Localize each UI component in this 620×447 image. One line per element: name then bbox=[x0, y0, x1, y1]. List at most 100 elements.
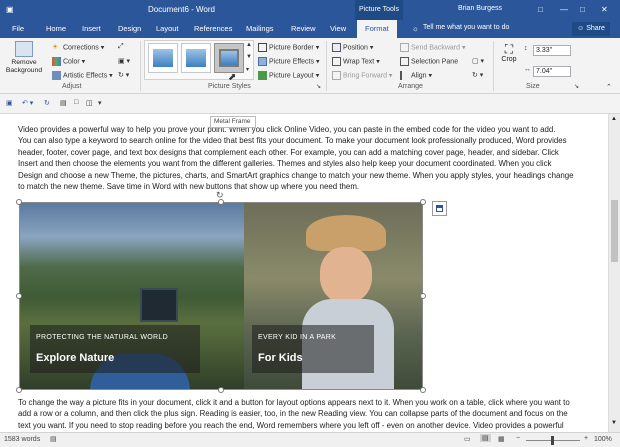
size-launcher-icon[interactable]: ↘ bbox=[574, 83, 579, 90]
redo-icon[interactable]: ↻ bbox=[44, 99, 50, 107]
picture-style-soft-edge[interactable] bbox=[181, 43, 211, 73]
save-icon[interactable]: ▣ bbox=[6, 5, 14, 14]
separator bbox=[493, 41, 494, 91]
resize-handle-bottom-left[interactable] bbox=[16, 387, 22, 393]
word-count[interactable]: 1583 words bbox=[4, 436, 40, 443]
picture-style-metal-frame[interactable] bbox=[214, 43, 244, 73]
picture-effects-button[interactable]: Picture Effects ▾ bbox=[258, 57, 319, 66]
gallery-more-icon[interactable]: ▾ bbox=[246, 66, 249, 73]
share-label: Share bbox=[586, 25, 605, 32]
wrap-text-button[interactable]: Wrap Text ▾ bbox=[332, 57, 380, 66]
tell-me-input[interactable]: Tell me what you want to do bbox=[423, 24, 509, 31]
color-button[interactable]: Color ▾ bbox=[52, 57, 85, 66]
maximize-icon[interactable]: □ bbox=[580, 5, 585, 14]
artistic-effects-button[interactable]: Artistic Effects ▾ bbox=[52, 71, 113, 80]
gallery-scroll-down-icon[interactable]: ▼ bbox=[246, 54, 252, 60]
tooltip: Metal Frame bbox=[210, 116, 256, 128]
zoom-slider[interactable] bbox=[526, 436, 580, 445]
scroll-down-icon[interactable]: ▼ bbox=[611, 420, 617, 426]
close-icon[interactable]: ✕ bbox=[601, 5, 608, 14]
position-label: Position bbox=[343, 44, 368, 52]
web-layout-icon[interactable]: ▦ bbox=[498, 435, 505, 443]
picture-style-simple-frame[interactable] bbox=[148, 43, 178, 73]
remove-background-label: Remove Background bbox=[5, 59, 43, 74]
customize-qat-icon[interactable]: ▾ bbox=[98, 99, 102, 107]
tab-insert[interactable]: Insert bbox=[82, 24, 101, 33]
picture-styles-launcher-icon[interactable]: ↘ bbox=[316, 83, 321, 90]
ribbon-display-icon[interactable]: □ bbox=[538, 5, 543, 14]
height-icon: ↕ bbox=[524, 45, 528, 52]
collapse-ribbon-icon[interactable]: ⌃ bbox=[606, 83, 612, 91]
align-icon bbox=[400, 71, 409, 80]
new-document-icon[interactable]: □ bbox=[74, 99, 78, 106]
read-mode-icon[interactable]: ▭ bbox=[464, 435, 471, 443]
align-button[interactable]: Align ▾ bbox=[400, 71, 432, 80]
position-button[interactable]: Position ▾ bbox=[332, 43, 373, 52]
zoom-in-icon[interactable]: + bbox=[584, 435, 588, 442]
tab-home[interactable]: Home bbox=[46, 24, 66, 33]
wrap-text-label: Wrap Text bbox=[343, 58, 375, 66]
vertical-scrollbar[interactable]: ▲ ▼ bbox=[608, 114, 620, 432]
text-line: To change the way a picture fits in your… bbox=[18, 398, 570, 407]
context-tab-group: Picture Tools bbox=[355, 0, 403, 20]
tab-design[interactable]: Design bbox=[118, 24, 141, 33]
text-line: You can also type a keyword to search on… bbox=[18, 136, 567, 146]
resize-handle-bottom-right[interactable] bbox=[420, 387, 426, 393]
print-preview-icon[interactable]: ▤ bbox=[60, 99, 67, 107]
tab-references[interactable]: References bbox=[194, 24, 232, 33]
print-layout-icon[interactable]: ▤ bbox=[480, 434, 491, 442]
ribbon: Remove Background ☀ Corrections ▾ Color ▾… bbox=[0, 38, 620, 94]
picture-border-button[interactable]: Picture Border ▾ bbox=[258, 43, 319, 52]
zoom-level[interactable]: 100% bbox=[594, 436, 612, 443]
save-icon[interactable]: ▣ bbox=[6, 99, 13, 107]
reset-picture-icon[interactable]: ↻ ▾ bbox=[118, 71, 129, 79]
remove-background-button[interactable]: Remove Background bbox=[4, 41, 44, 81]
resize-handle-top-left[interactable] bbox=[16, 199, 22, 205]
layout-options-button[interactable] bbox=[432, 201, 447, 216]
tab-file[interactable]: File bbox=[12, 24, 24, 33]
adjust-group-label: Adjust bbox=[62, 83, 82, 90]
tab-mailings[interactable]: Mailings bbox=[246, 24, 274, 33]
resize-handle-top-right[interactable] bbox=[420, 199, 426, 205]
proofing-icon[interactable]: ▤ bbox=[50, 435, 57, 443]
share-button[interactable]: ☺ Share bbox=[572, 22, 610, 36]
paragraph-1[interactable]: Video provides a powerful way to help yo… bbox=[18, 124, 574, 192]
send-backward-button[interactable]: Send Backward ▾ bbox=[400, 43, 466, 52]
bring-forward-button[interactable]: Bring Forward ▾ bbox=[332, 71, 392, 80]
tab-view[interactable]: View bbox=[330, 24, 346, 33]
selection-pane-button[interactable]: Selection Pane bbox=[400, 57, 458, 66]
inserted-picture[interactable]: PROTECTING THE NATURAL WORLD Explore Nat… bbox=[19, 202, 423, 390]
width-field[interactable]: 7.04" bbox=[533, 66, 571, 77]
undo-icon[interactable]: ↶ ▾ bbox=[22, 99, 33, 107]
scrollbar-thumb[interactable] bbox=[611, 200, 618, 262]
resize-handle-left[interactable] bbox=[16, 293, 22, 299]
zoom-slider-thumb[interactable] bbox=[551, 436, 554, 445]
face-shape bbox=[320, 247, 372, 303]
tab-review[interactable]: Review bbox=[291, 24, 316, 33]
picture-layout-button[interactable]: Picture Layout ▾ bbox=[258, 71, 319, 80]
resize-handle-top[interactable] bbox=[218, 199, 224, 205]
group-icon[interactable]: ▢ ▾ bbox=[472, 57, 484, 65]
resize-handle-bottom[interactable] bbox=[218, 387, 224, 393]
minimize-icon[interactable]: — bbox=[560, 5, 568, 14]
position-icon bbox=[332, 43, 341, 52]
text-line: Design and choose a new Theme, the pictu… bbox=[18, 170, 574, 180]
crop-button[interactable]: ⛶ Crop bbox=[498, 42, 520, 63]
user-name[interactable]: Brian Burgess bbox=[458, 5, 502, 12]
change-picture-icon[interactable]: ▣ ▾ bbox=[118, 57, 130, 65]
send-backward-icon bbox=[400, 43, 409, 52]
color-icon bbox=[52, 57, 61, 66]
corrections-button[interactable]: ☀ Corrections ▾ bbox=[52, 43, 104, 52]
zoom-out-icon[interactable]: − bbox=[516, 435, 520, 442]
tab-format[interactable]: Format bbox=[357, 20, 397, 38]
resize-handle-right[interactable] bbox=[420, 293, 426, 299]
gallery-scroll-up-icon[interactable]: ▲ bbox=[246, 42, 252, 48]
tab-layout[interactable]: Layout bbox=[156, 24, 179, 33]
rotate-icon[interactable]: ↻ ▾ bbox=[472, 71, 483, 79]
height-field[interactable]: 3.33" bbox=[533, 45, 571, 56]
picture-style-preview bbox=[153, 49, 173, 67]
compress-pictures-icon[interactable]: ⤢ bbox=[118, 43, 124, 51]
open-icon[interactable]: ◫ bbox=[86, 99, 93, 107]
paragraph-2[interactable]: To change the way a picture fits in your… bbox=[18, 397, 570, 431]
scroll-up-icon[interactable]: ▲ bbox=[611, 116, 617, 122]
